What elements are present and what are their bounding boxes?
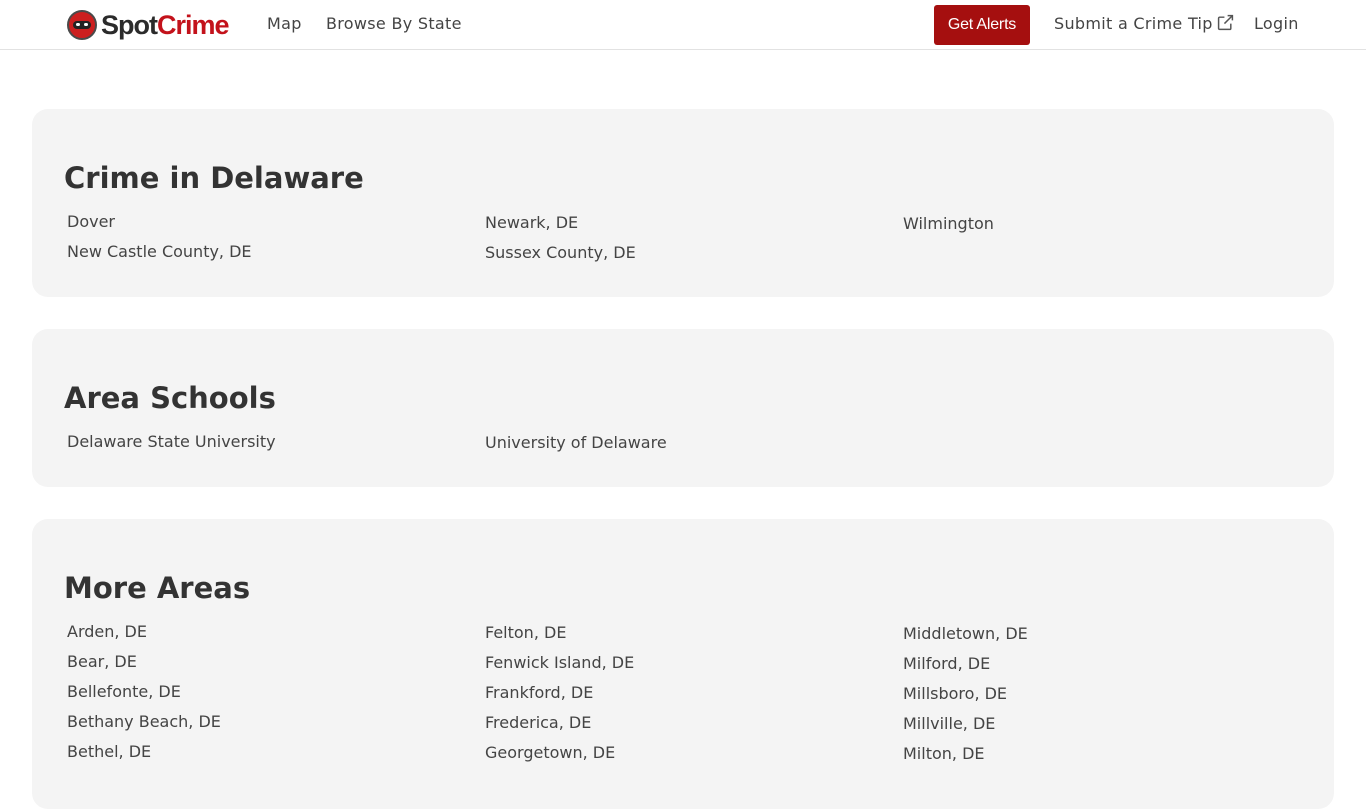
submit-crime-tip-link[interactable]: Submit a Crime Tip xyxy=(1054,14,1234,33)
get-alerts-button[interactable]: Get Alerts xyxy=(934,5,1030,45)
area-schools-card: Area Schools Delaware State University U… xyxy=(32,329,1334,487)
nav-browse-by-state-link[interactable]: Browse By State xyxy=(326,14,462,33)
spotcrime-logo[interactable]: SpotCrime xyxy=(67,8,230,42)
crime-area-link[interactable]: New Castle County, DE xyxy=(67,242,252,261)
area-link[interactable]: Georgetown, DE xyxy=(485,743,615,762)
area-link[interactable]: Millville, DE xyxy=(903,714,995,733)
area-link[interactable]: Bear, DE xyxy=(67,652,137,671)
crime-area-link[interactable]: Sussex County, DE xyxy=(485,243,636,262)
login-link[interactable]: Login xyxy=(1254,14,1299,33)
crime-section-title: Crime in Delaware xyxy=(64,161,364,195)
area-link[interactable]: Bethany Beach, DE xyxy=(67,712,221,731)
area-link[interactable]: Middletown, DE xyxy=(903,624,1028,643)
schools-section-title: Area Schools xyxy=(64,381,276,415)
area-link[interactable]: Arden, DE xyxy=(67,622,147,641)
area-link[interactable]: Milton, DE xyxy=(903,744,985,763)
area-link[interactable]: Frankford, DE xyxy=(485,683,593,702)
crime-in-delaware-card: Crime in Delaware Dover New Castle Count… xyxy=(32,109,1334,297)
area-link[interactable]: Bethel, DE xyxy=(67,742,151,761)
spotcrime-logo-icon xyxy=(67,10,97,40)
more-areas-card: More Areas Arden, DE Bear, DE Bellefonte… xyxy=(32,519,1334,809)
external-link-icon xyxy=(1217,14,1233,31)
submit-crime-tip-label: Submit a Crime Tip xyxy=(1054,14,1213,33)
area-link[interactable]: Bellefonte, DE xyxy=(67,682,181,701)
school-link[interactable]: University of Delaware xyxy=(485,433,667,452)
top-navbar: SpotCrime Map Browse By State Get Alerts… xyxy=(0,0,1366,50)
area-link[interactable]: Frederica, DE xyxy=(485,713,591,732)
area-link[interactable]: Felton, DE xyxy=(485,623,566,642)
crime-area-link[interactable]: Newark, DE xyxy=(485,213,578,232)
more-areas-section-title: More Areas xyxy=(64,571,251,605)
crime-area-link[interactable]: Wilmington xyxy=(903,214,994,233)
crime-area-link[interactable]: Dover xyxy=(67,212,115,231)
school-link[interactable]: Delaware State University xyxy=(67,432,276,451)
logo-wordmark: SpotCrime xyxy=(101,9,230,40)
area-link[interactable]: Fenwick Island, DE xyxy=(485,653,634,672)
area-link[interactable]: Milford, DE xyxy=(903,654,990,673)
area-link[interactable]: Millsboro, DE xyxy=(903,684,1007,703)
nav-map-link[interactable]: Map xyxy=(267,14,302,33)
